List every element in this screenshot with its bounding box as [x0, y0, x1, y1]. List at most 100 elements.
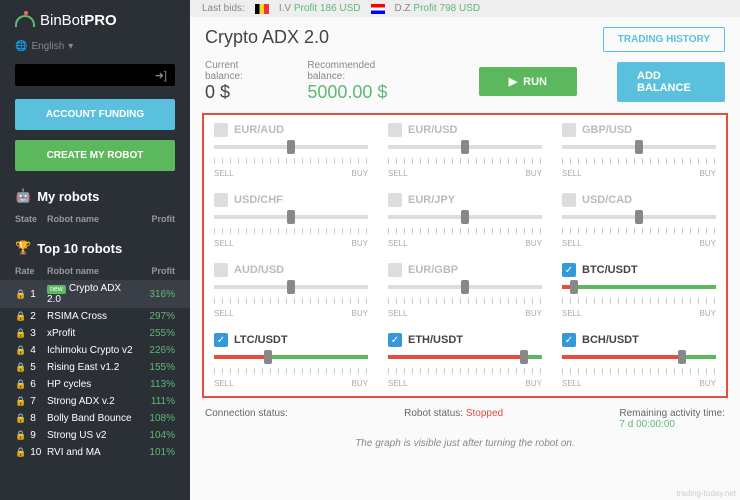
pair-slider[interactable] [562, 211, 716, 223]
lock-icon: 🔒 [15, 430, 26, 440]
remaining-time: Remaining activity time: 7 d 00:00:00 [619, 408, 725, 430]
sidebar: BinBotPRO 🌐 English ▾ ➜] ACCOUNT FUNDING… [0, 0, 190, 500]
buy-label: BUY [526, 379, 542, 388]
lock-icon: 🔒 [15, 311, 26, 321]
buy-label: BUY [700, 169, 716, 178]
buy-label: BUY [352, 169, 368, 178]
robot-status: Robot status: Stopped [404, 408, 503, 430]
pair-slider[interactable] [562, 351, 716, 363]
balances-row: Current balance: 0 $ Recommended balance… [190, 60, 740, 113]
pair-slider[interactable] [562, 281, 716, 293]
lock-icon: 🔒 [15, 447, 26, 457]
chevron-down-icon: ▾ [68, 41, 73, 52]
pair-name: USD/CAD [582, 194, 632, 206]
watermark: trading-today.net [677, 489, 736, 498]
exit-icon[interactable]: ➜] [155, 69, 167, 82]
pair-slider[interactable] [388, 211, 542, 223]
pair-name: EUR/AUD [234, 124, 284, 136]
robot-row[interactable]: 🔒8 Bolly Band Bounce 108% [0, 410, 190, 427]
play-icon: ▶ [509, 75, 517, 88]
account-funding-button[interactable]: ACCOUNT FUNDING [15, 99, 175, 130]
pair-name: AUD/USD [234, 264, 284, 276]
pair-checkbox[interactable] [388, 123, 402, 137]
trading-history-button[interactable]: TRADING HISTORY [603, 27, 725, 52]
pair-card: EUR/GBP SELL BUY [388, 263, 542, 318]
pair-name: ETH/USDT [408, 334, 463, 346]
sell-label: SELL [388, 309, 408, 318]
current-balance-value: 0 $ [205, 82, 267, 103]
pair-checkbox[interactable]: ✓ [214, 333, 228, 347]
my-robots-header: State Robot name Profit [0, 210, 190, 228]
robot-row[interactable]: 🔒2 RSIMA Cross 297% [0, 308, 190, 325]
top-robots-header: Rate Robot name Profit [0, 262, 190, 280]
page-title: Crypto ADX 2.0 [205, 27, 329, 48]
robot-row[interactable]: 🔒9 Strong US v2 104% [0, 427, 190, 444]
language-selector[interactable]: 🌐 English ▾ [0, 37, 190, 56]
pair-slider[interactable] [214, 211, 368, 223]
current-balance-label: Current balance: [205, 60, 267, 82]
logo[interactable]: BinBotPRO [0, 0, 190, 37]
buy-label: BUY [352, 309, 368, 318]
balance-display: ➜] [15, 64, 175, 86]
rec-balance-value: 5000.00 $ [307, 82, 398, 103]
lock-icon: 🔒 [15, 396, 26, 406]
pair-name: EUR/GBP [408, 264, 458, 276]
pair-card: EUR/JPY SELL BUY [388, 193, 542, 248]
pair-slider[interactable] [562, 141, 716, 153]
logo-icon [15, 15, 35, 27]
robot-row[interactable]: 🔒10 RVI and MA 101% [0, 444, 190, 461]
globe-icon: 🌐 [15, 41, 27, 52]
buy-label: BUY [526, 169, 542, 178]
pair-slider[interactable] [388, 281, 542, 293]
pair-checkbox[interactable] [388, 193, 402, 207]
pair-checkbox[interactable]: ✓ [388, 333, 402, 347]
buy-label: BUY [526, 309, 542, 318]
pair-slider[interactable] [388, 351, 542, 363]
lock-icon: 🔒 [15, 379, 26, 389]
pair-name: GBP/USD [582, 124, 632, 136]
sell-label: SELL [388, 239, 408, 248]
pair-name: EUR/JPY [408, 194, 455, 206]
pair-name: BCH/USDT [582, 334, 639, 346]
robot-row[interactable]: 🔒6 HP cycles 113% [0, 376, 190, 393]
robot-row[interactable]: 🔒7 Strong ADX v.2 111% [0, 393, 190, 410]
lock-icon: 🔒 [15, 413, 26, 423]
pair-checkbox[interactable]: ✓ [562, 263, 576, 277]
pair-card: ✓ BTC/USDT SELL BUY [562, 263, 716, 318]
sell-label: SELL [214, 239, 234, 248]
sell-label: SELL [388, 379, 408, 388]
pair-checkbox[interactable] [562, 193, 576, 207]
robot-row[interactable]: 🔒3 xProfit 255% [0, 325, 190, 342]
pair-slider[interactable] [388, 141, 542, 153]
new-badge: new [47, 285, 66, 294]
pair-checkbox[interactable] [214, 193, 228, 207]
buy-label: BUY [700, 379, 716, 388]
pair-checkbox[interactable] [214, 123, 228, 137]
robot-row[interactable]: 🔒4 Ichimoku Crypto v2 226% [0, 342, 190, 359]
pair-checkbox[interactable] [214, 263, 228, 277]
lock-icon: 🔒 [15, 328, 26, 338]
pair-checkbox[interactable]: ✓ [562, 333, 576, 347]
sell-label: SELL [562, 379, 582, 388]
create-robot-button[interactable]: CREATE MY ROBOT [15, 140, 175, 171]
run-button[interactable]: ▶ RUN [479, 67, 577, 96]
pair-card: EUR/USD SELL BUY [388, 123, 542, 178]
pair-slider[interactable] [214, 141, 368, 153]
add-balance-button[interactable]: ADD BALANCE [617, 62, 725, 102]
pair-card: EUR/AUD SELL BUY [214, 123, 368, 178]
status-row: Connection status: Robot status: Stopped… [190, 398, 740, 434]
pair-card: AUD/USD SELL BUY [214, 263, 368, 318]
robot-row[interactable]: 🔒1 newCrypto ADX 2.0 316% [0, 280, 190, 308]
pair-name: USD/CHF [234, 194, 283, 206]
pair-card: ✓ BCH/USDT SELL BUY [562, 333, 716, 388]
pair-checkbox[interactable] [562, 123, 576, 137]
pair-card: USD/CHF SELL BUY [214, 193, 368, 248]
trophy-icon: 🏆 [15, 240, 31, 256]
pair-checkbox[interactable] [388, 263, 402, 277]
lock-icon: 🔒 [15, 362, 26, 372]
connection-status: Connection status: [205, 408, 288, 430]
buy-label: BUY [700, 309, 716, 318]
pair-slider[interactable] [214, 281, 368, 293]
robot-row[interactable]: 🔒5 Rising East v1.2 155% [0, 359, 190, 376]
pair-slider[interactable] [214, 351, 368, 363]
